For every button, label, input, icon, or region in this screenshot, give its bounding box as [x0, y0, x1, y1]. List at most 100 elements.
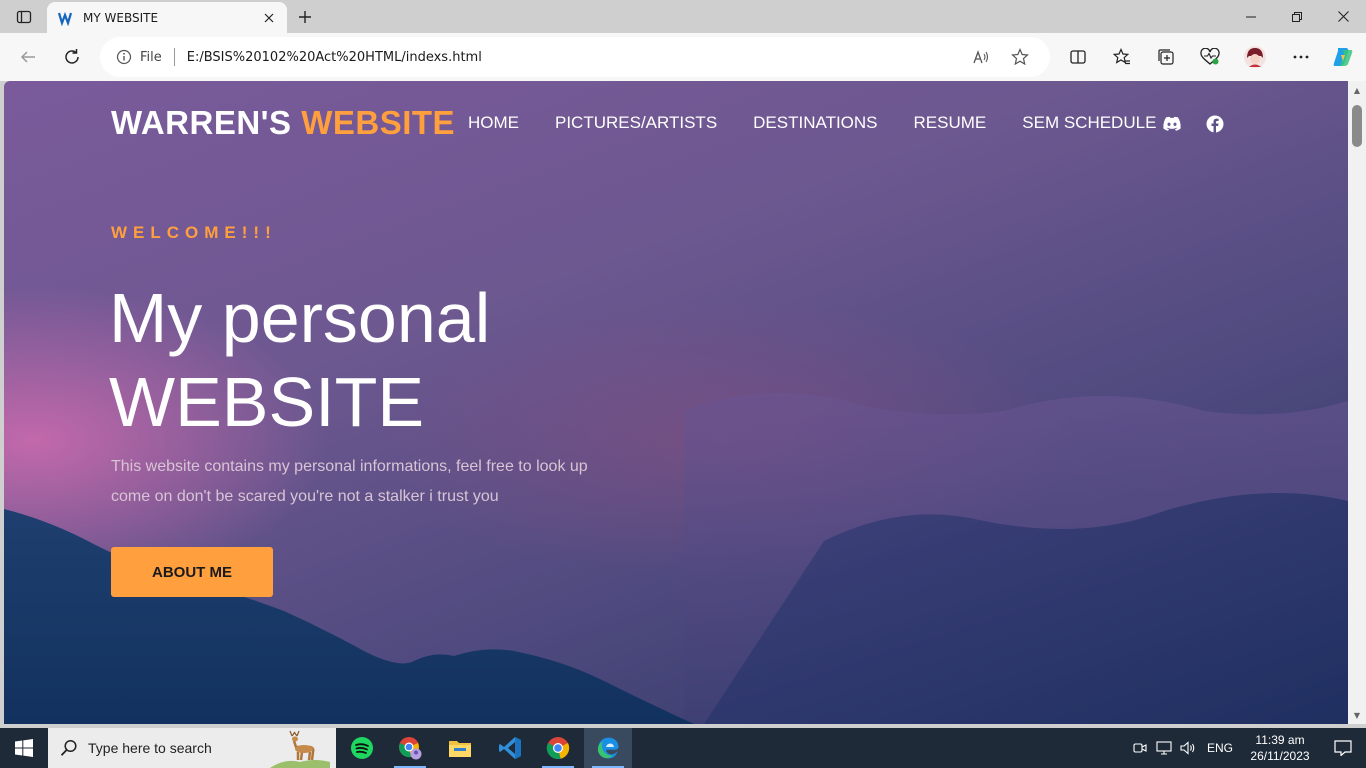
- notification-icon: [1334, 740, 1352, 756]
- taskbar-spotify[interactable]: [338, 728, 386, 768]
- read-aloud-button[interactable]: [968, 43, 996, 71]
- refresh-button[interactable]: [58, 43, 86, 71]
- edge-icon: [597, 737, 619, 759]
- read-aloud-icon: [973, 50, 989, 64]
- hero-description: This website contains my personal inform…: [111, 452, 671, 512]
- page-scrollbar[interactable]: ▲ ▼: [1348, 81, 1366, 724]
- taskbar-vscode[interactable]: [486, 728, 534, 768]
- taskbar-chrome-profile[interactable]: [386, 728, 434, 768]
- hero-description-line1: This website contains my personal inform…: [111, 458, 588, 475]
- split-screen-button[interactable]: [1064, 43, 1092, 71]
- taskbar-chrome[interactable]: [534, 728, 582, 768]
- scrollbar-thumb[interactable]: [1352, 105, 1362, 147]
- deer-illustration-icon: [270, 730, 330, 768]
- tab-close-button[interactable]: [261, 10, 277, 26]
- avatar: [1244, 46, 1266, 68]
- address-bar[interactable]: File E:/BSIS%20102%20Act%20HTML/indexs.h…: [100, 37, 1050, 77]
- speaker-icon: [1180, 741, 1195, 755]
- browser-tab-strip: MY WEBSITE: [0, 0, 1366, 33]
- browser-toolbar: File E:/BSIS%20102%20Act%20HTML/indexs.h…: [0, 33, 1366, 81]
- network-button[interactable]: [1152, 728, 1176, 768]
- new-tab-button[interactable]: [292, 5, 318, 29]
- site-info-button[interactable]: File: [116, 49, 162, 65]
- taskbar-edge[interactable]: [584, 728, 632, 768]
- camera-icon: [1133, 743, 1147, 753]
- tab-title: MY WEBSITE: [83, 10, 159, 25]
- minimize-button[interactable]: [1228, 0, 1274, 33]
- clock-date: 26/11/2023: [1250, 749, 1310, 763]
- collections-button[interactable]: [1152, 43, 1180, 71]
- more-icon: [1293, 55, 1309, 59]
- nav-link-home[interactable]: HOME: [468, 113, 519, 133]
- page-viewport: WARREN'S WEBSITE HOME PICTURES/ARTISTS D…: [4, 81, 1348, 724]
- plus-icon: [299, 11, 311, 23]
- discord-icon: [1163, 116, 1181, 131]
- browser-tab[interactable]: MY WEBSITE: [47, 2, 287, 33]
- social-links: [1159, 111, 1245, 137]
- search-icon: [60, 739, 77, 756]
- hero-description-line2: come on don't be scared you're not a sta…: [111, 488, 499, 505]
- search-placeholder: Type here to search: [88, 740, 212, 756]
- windows-taskbar: Type here to search ENG 11:39 am 26/11/2…: [0, 728, 1366, 768]
- site-logo[interactable]: WARREN'S WEBSITE: [111, 104, 455, 142]
- volume-button[interactable]: [1176, 728, 1200, 768]
- copilot-button[interactable]: [1329, 43, 1357, 71]
- system-tray: ENG 11:39 am 26/11/2023: [1128, 728, 1366, 768]
- site-navbar: WARREN'S WEBSITE HOME PICTURES/ARTISTS D…: [111, 103, 1224, 143]
- close-window-button[interactable]: [1320, 0, 1366, 33]
- split-screen-icon: [1070, 50, 1086, 64]
- nav-link-sem-schedule[interactable]: SEM SCHEDULE: [1022, 113, 1156, 133]
- chrome-icon: [546, 737, 570, 760]
- favorites-button[interactable]: [1108, 43, 1136, 71]
- restore-button[interactable]: [1274, 0, 1320, 33]
- system-clock[interactable]: 11:39 am 26/11/2023: [1240, 732, 1320, 764]
- meet-now-button[interactable]: [1128, 728, 1152, 768]
- nav-link-destinations[interactable]: DESTINATIONS: [753, 113, 877, 133]
- input-language[interactable]: ENG: [1200, 741, 1240, 755]
- taskbar-file-explorer[interactable]: [436, 728, 484, 768]
- tab-actions-icon: [16, 10, 32, 24]
- url-text[interactable]: E:/BSIS%20102%20Act%20HTML/indexs.html: [187, 50, 958, 65]
- start-button[interactable]: [0, 728, 48, 768]
- discord-link[interactable]: [1159, 111, 1185, 137]
- copilot-icon: [1333, 48, 1353, 66]
- hero-kicker: WELCOME!!!: [111, 223, 277, 242]
- spotify-icon: [351, 737, 373, 759]
- site-nav-links: HOME PICTURES/ARTISTS DESTINATIONS RESUM…: [468, 113, 1192, 133]
- facebook-icon: [1206, 115, 1224, 133]
- nav-link-resume[interactable]: RESUME: [914, 113, 987, 133]
- close-icon: [264, 13, 274, 22]
- favorites-icon: [1113, 48, 1130, 65]
- minimize-icon: [1246, 16, 1256, 17]
- refresh-icon: [65, 49, 79, 64]
- windows-logo-icon: [15, 739, 33, 757]
- notifications-button[interactable]: [1320, 728, 1366, 768]
- hero-title: My personal WEBSITE: [109, 276, 490, 444]
- heart-pulse-icon: [1200, 48, 1220, 65]
- omnibox-divider: [173, 48, 175, 66]
- favorite-button[interactable]: [1006, 43, 1034, 71]
- taskbar-search[interactable]: Type here to search: [48, 728, 336, 768]
- restore-icon: [1292, 11, 1302, 22]
- profile-button[interactable]: [1241, 43, 1269, 71]
- nav-link-pictures-artists[interactable]: PICTURES/ARTISTS: [555, 113, 717, 133]
- scroll-down-arrow-icon[interactable]: ▼: [1352, 710, 1362, 720]
- network-icon: [1156, 741, 1172, 755]
- window-controls: [1228, 0, 1366, 33]
- tab-actions-button[interactable]: [10, 5, 38, 29]
- more-menu-button[interactable]: [1287, 43, 1315, 71]
- collections-icon: [1158, 49, 1174, 65]
- hero-title-line2: WEBSITE: [109, 363, 425, 441]
- facebook-link[interactable]: [1202, 111, 1228, 137]
- logo-main-text: WARREN'S: [111, 104, 292, 141]
- hero-title-line1: My personal: [109, 279, 491, 357]
- info-icon: [116, 49, 132, 65]
- browser-essentials-button[interactable]: [1196, 43, 1224, 71]
- chrome-profile-icon: [399, 737, 422, 760]
- about-me-button[interactable]: ABOUT ME: [111, 547, 273, 597]
- close-icon: [1337, 11, 1349, 22]
- scroll-up-arrow-icon[interactable]: ▲: [1352, 85, 1362, 95]
- back-button[interactable]: [14, 43, 42, 71]
- clock-time: 11:39 am: [1255, 733, 1305, 747]
- file-explorer-icon: [449, 741, 471, 757]
